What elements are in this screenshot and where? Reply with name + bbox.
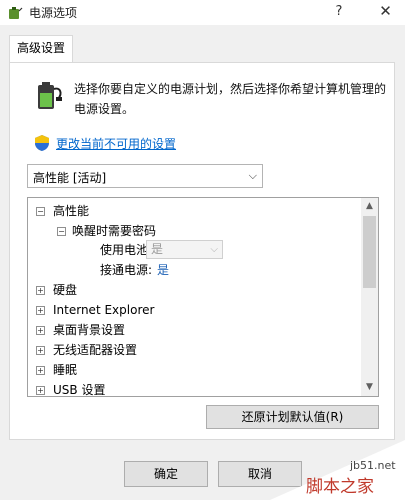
restore-defaults-button[interactable]: 还原计划默认值(R)	[206, 405, 379, 429]
expand-icon[interactable]: +	[36, 366, 45, 375]
on-battery-value: 是	[151, 242, 164, 256]
tab-strip: 高级设置	[0, 25, 405, 63]
collapse-icon[interactable]: −	[57, 227, 66, 236]
expand-icon[interactable]: +	[36, 306, 45, 315]
tree-item-label: 桌面背景设置	[53, 323, 126, 337]
tree-item-plugged-in[interactable]: 接通电源: 是	[28, 260, 358, 280]
power-options-icon	[9, 7, 23, 19]
window-title: 电源选项	[29, 6, 78, 20]
tree-item-label: 睡眠	[53, 363, 78, 377]
battery-plug-icon	[38, 82, 62, 109]
scroll-down-icon[interactable]: ▼	[361, 379, 378, 396]
expand-icon[interactable]: +	[36, 326, 45, 335]
collapse-icon[interactable]: −	[36, 207, 45, 216]
tree-item-label: USB 设置	[53, 383, 106, 397]
tree-item-label: 唤醒时需要密码	[72, 224, 157, 238]
advanced-settings-panel: 选择你要自定义的电源计划，然后选择你希望计算机管理的电源设置。 更改当前不可用的…	[9, 62, 395, 440]
ok-button[interactable]: 确定	[124, 461, 208, 487]
help-button[interactable]: ?	[322, 0, 356, 25]
expand-icon[interactable]: +	[36, 286, 45, 295]
tree-scrollbar[interactable]: ▲ ▼	[361, 198, 378, 396]
uac-shield-icon	[35, 135, 49, 151]
chevron-down-icon: ⌵	[210, 244, 218, 255]
scroll-thumb[interactable]	[363, 216, 376, 288]
tree-item-label: Internet Explorer	[53, 303, 155, 317]
tab-advanced-settings[interactable]: 高级设置	[9, 35, 73, 62]
tree-item-label: 使用电池:	[100, 243, 153, 257]
power-plan-dropdown[interactable]: 高性能 [活动] ⌵	[27, 164, 263, 188]
description-text: 选择你要自定义的电源计划，然后选择你希望计算机管理的电源设置。	[74, 82, 387, 116]
change-unavailable-settings-link[interactable]: 更改当前不可用的设置	[56, 135, 176, 152]
tree-item-label: 接通电源:	[100, 263, 153, 277]
title-bar: 电源选项 ? ✕	[0, 0, 405, 25]
scroll-up-icon[interactable]: ▲	[361, 198, 378, 215]
expand-icon[interactable]: +	[36, 346, 45, 355]
close-button[interactable]: ✕	[366, 0, 405, 25]
tree-item-label: 无线适配器设置	[53, 343, 138, 357]
tree-item-label: 高性能	[53, 204, 90, 218]
watermark-url: jb51.net	[350, 459, 396, 472]
expand-icon[interactable]: +	[36, 386, 45, 395]
tree-item-label: 硬盘	[53, 283, 78, 297]
power-plan-value: 高性能 [活动]	[33, 171, 107, 185]
plugged-in-value[interactable]: 是	[157, 260, 169, 280]
watermark-text: 脚本之家	[306, 477, 374, 497]
tree-item-on-battery[interactable]: 使用电池: 是 ⌵	[28, 240, 358, 260]
chevron-down-icon: ⌵	[248, 169, 257, 182]
on-battery-dropdown[interactable]: 是 ⌵	[146, 240, 223, 259]
settings-tree[interactable]: − 高性能 − 唤醒时需要密码 使用电池: 是 ⌵ 接通电源: 是 + 硬盘 +	[27, 197, 379, 397]
